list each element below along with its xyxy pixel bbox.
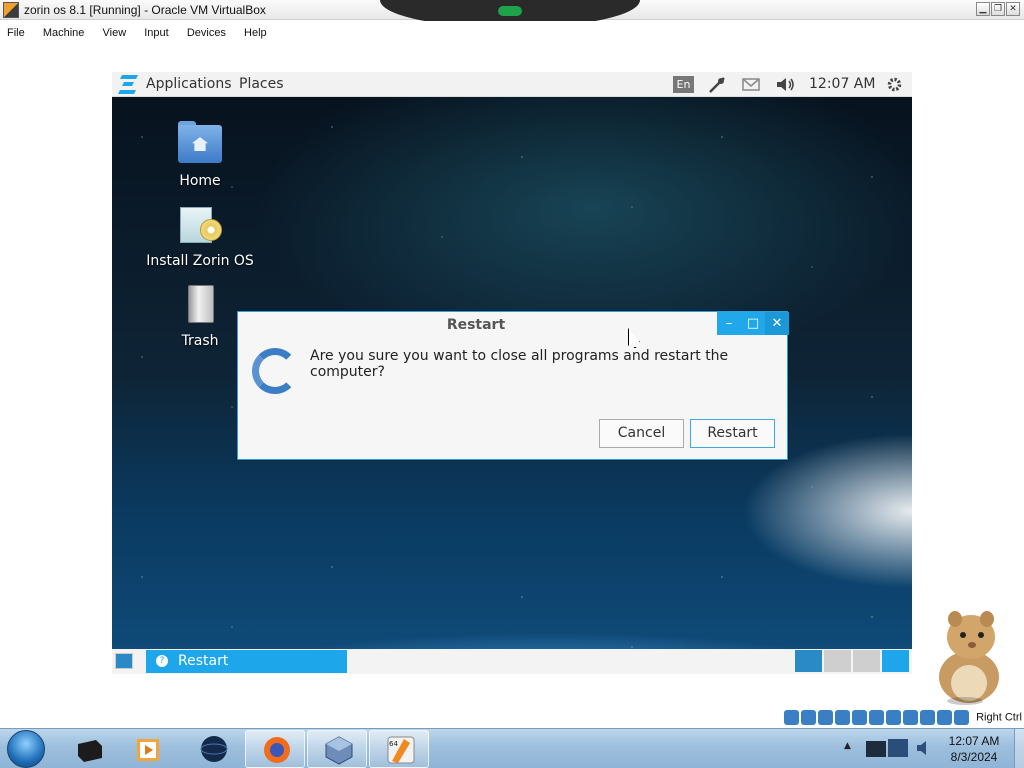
shared-folders-icon[interactable]	[869, 710, 884, 725]
installer-icon	[176, 201, 224, 247]
minimize-button[interactable]: ▁	[976, 2, 990, 16]
host-key-label: Right Ctrl	[976, 711, 1022, 724]
settings-gear-icon[interactable]	[886, 76, 903, 93]
host-clock-date: 8/3/2024	[950, 750, 998, 764]
zorin-logo-icon[interactable]	[118, 75, 140, 94]
windows-start-button[interactable]	[7, 730, 45, 768]
camera-indicator-icon	[498, 6, 522, 16]
restart-button[interactable]: Restart	[690, 419, 775, 448]
zorin-taskbar: ? Restart	[112, 649, 912, 674]
taskbar-window-label: Restart	[178, 653, 229, 669]
globe-icon	[200, 736, 228, 762]
media-player-icon	[137, 739, 159, 761]
dialog-close-button[interactable]: ✕	[765, 312, 789, 335]
keyboard-capture-icon[interactable]	[954, 710, 969, 725]
firefox-icon	[264, 737, 290, 763]
dialog-title: Restart	[446, 317, 506, 333]
dialog-window-icon: ?	[156, 655, 168, 667]
keyboard-layout-indicator[interactable]: En	[673, 76, 694, 93]
host-clock[interactable]: 12:07 AM 8/3/2024	[938, 733, 1010, 765]
host-menu-bar: File Machine View Input Devices Help	[0, 21, 1024, 39]
vm-display[interactable]: Applications Places En 12:07 AM Home Ins…	[112, 72, 912, 674]
taskbar-window-restart[interactable]: ? Restart	[146, 650, 347, 673]
virtualbox-app-icon	[3, 2, 19, 18]
trash-icon	[176, 281, 224, 327]
workspace-2[interactable]	[824, 650, 851, 672]
menu-view[interactable]: View	[96, 25, 133, 39]
refresh-icon	[252, 348, 298, 394]
close-button[interactable]: ✕	[1006, 2, 1020, 16]
menu-file[interactable]: File	[0, 25, 31, 39]
host-title-bar: zorin os 8.1 [Running] - Oracle VM Virtu…	[0, 0, 1024, 28]
host-taskbar: 64 ▲ 12:07 AM 8/3/2024	[0, 728, 1024, 768]
home-folder-icon	[176, 121, 224, 167]
badge-64-text: 64	[389, 740, 398, 748]
desktop-icon-label: Trash	[181, 333, 219, 349]
desktop-icon-label: Install Zorin OS	[146, 253, 254, 269]
menu-machine[interactable]: Machine	[36, 25, 91, 39]
workspace-3[interactable]	[853, 650, 880, 672]
cancel-button[interactable]: Cancel	[599, 419, 684, 448]
taskbar-app-media-player[interactable]	[118, 730, 178, 768]
host-window-title: zorin os 8.1 [Running] - Oracle VM Virtu…	[24, 3, 266, 17]
zorin-top-panel: Applications Places En 12:07 AM	[112, 72, 912, 97]
app-64-icon: 64	[387, 736, 415, 764]
desktop-icon-home[interactable]: Home	[145, 121, 255, 189]
taskbar-app-virtualbox[interactable]	[307, 730, 367, 768]
show-hidden-icons-button[interactable]: ▲	[844, 741, 852, 751]
usb-icon[interactable]	[852, 710, 867, 725]
volume-icon[interactable]	[776, 76, 796, 93]
host-show-desktop-button[interactable]	[1014, 729, 1024, 768]
desktop-icon-install-zorin[interactable]: Install Zorin OS	[145, 201, 255, 269]
taskbar-app-64bit[interactable]: 64	[369, 730, 429, 768]
audio-icon[interactable]	[818, 710, 833, 725]
cpu-icon[interactable]	[920, 710, 935, 725]
dark-box-app-icon	[78, 740, 102, 762]
taskbar-app-globe[interactable]	[183, 730, 243, 768]
mail-icon[interactable]	[742, 76, 760, 93]
network-adapter-icon[interactable]	[835, 710, 850, 725]
menu-devices[interactable]: Devices	[180, 25, 232, 39]
taskbar-app-firefox[interactable]	[245, 730, 305, 768]
tray-volume-icon[interactable]	[916, 739, 932, 757]
taskbar-app-terminal[interactable]	[58, 730, 118, 768]
dialog-minimize-button[interactable]: –	[717, 312, 741, 335]
menu-help[interactable]: Help	[237, 25, 273, 39]
optical-drive-icon[interactable]	[801, 710, 816, 725]
restart-dialog: Restart – □ ✕ Are you sure you want to c…	[237, 311, 789, 460]
desktop-icon-label: Home	[179, 173, 221, 189]
applications-menu[interactable]: Applications	[146, 76, 232, 92]
network-icon[interactable]	[708, 76, 726, 93]
restore-button[interactable]: ❐	[991, 2, 1005, 16]
hamster-mascot-image	[939, 611, 999, 705]
dialog-maximize-button[interactable]: □	[741, 312, 765, 335]
workspace-4[interactable]	[882, 650, 909, 672]
show-desktop-button[interactable]	[115, 653, 133, 669]
host-clock-time: 12:07 AM	[948, 734, 1000, 748]
menu-input[interactable]: Input	[137, 25, 174, 39]
places-menu[interactable]: Places	[239, 76, 284, 92]
dialog-message: Are you sure you want to close all progr…	[310, 348, 729, 380]
workspace-1[interactable]	[795, 650, 822, 672]
hard-disk-icon[interactable]	[784, 710, 799, 725]
mouse-integration-icon[interactable]	[937, 710, 952, 725]
recording-icon[interactable]	[903, 710, 918, 725]
panel-clock[interactable]: 12:07 AM	[809, 76, 875, 92]
tray-network-icon[interactable]	[864, 737, 912, 761]
virtualbox-status-bar: Right Ctrl	[784, 707, 1022, 727]
virtualbox-icon	[325, 736, 353, 765]
display-icon[interactable]	[886, 710, 901, 725]
